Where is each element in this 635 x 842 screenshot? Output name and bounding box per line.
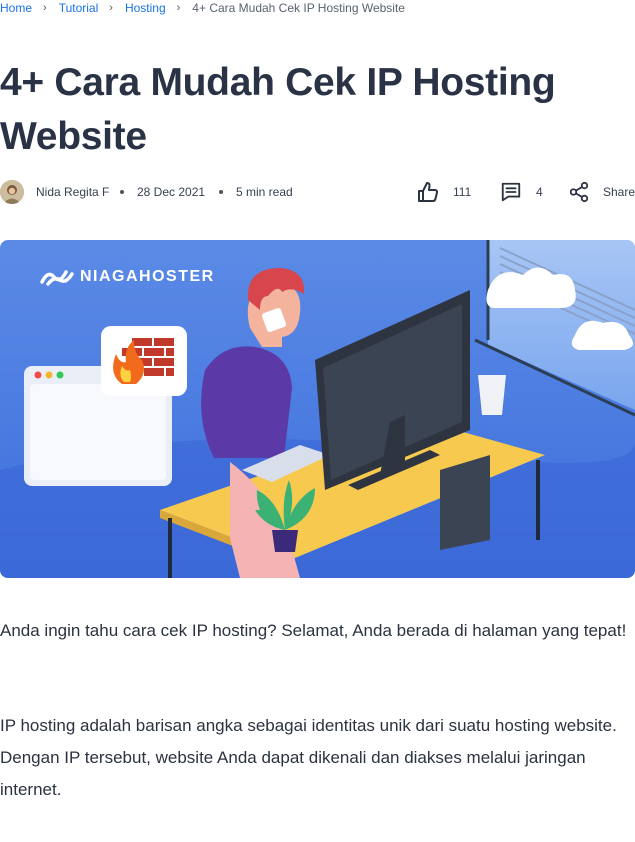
share-icon (569, 181, 589, 203)
author-name[interactable]: Nida Regita F (36, 185, 109, 199)
thumbs-up-icon (418, 182, 439, 202)
article-paragraph: IP hosting adalah barisan angka sebagai … (0, 716, 617, 799)
breadcrumb-current: 4+ Cara Mudah Cek IP Hosting Website (192, 1, 405, 15)
like-button[interactable]: 111 (416, 178, 471, 206)
breadcrumb-home-link[interactable]: Home (0, 1, 32, 15)
breadcrumb-hosting-link[interactable]: Hosting (125, 1, 166, 15)
article-paragraph: Anda ingin tahu cara cek IP hosting? Sel… (0, 621, 627, 640)
chevron-right-icon: › (176, 2, 181, 14)
page-title: 4+ Cara Mudah Cek IP Hosting Website (0, 61, 556, 158)
chevron-right-icon: › (109, 2, 113, 14)
hero-brand-text: NIAGAHOSTER (80, 268, 215, 285)
meta-divider (219, 190, 223, 194)
share-label: Share (603, 185, 635, 199)
comment-icon (501, 182, 521, 202)
share-button[interactable]: Share (568, 178, 635, 206)
meta-divider (120, 190, 124, 194)
chevron-right-icon: › (43, 2, 47, 14)
read-time: 5 min read (236, 185, 293, 199)
hero-illustration (0, 240, 635, 578)
article-meta: Nida Regita F 28 Dec 2021 5 min read 111… (0, 178, 635, 206)
hero-image: NIAGAHOSTER (0, 240, 635, 578)
avatar[interactable] (0, 180, 24, 204)
hero-brand-logo: NIAGAHOSTER (40, 268, 215, 286)
breadcrumb-tutorial-link[interactable]: Tutorial (59, 1, 99, 15)
niagahoster-logo-icon (40, 270, 74, 286)
comment-button[interactable]: 4 (500, 178, 543, 206)
comment-count: 4 (536, 185, 543, 199)
publish-date: 28 Dec 2021 (137, 185, 206, 199)
breadcrumb: Home › Tutorial › Hosting › 4+ Cara Muda… (0, 0, 405, 16)
like-count: 111 (453, 185, 472, 199)
